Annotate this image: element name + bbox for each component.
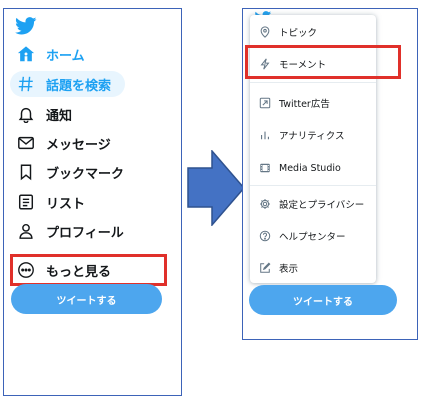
bell-icon [16,104,36,124]
nav-explore[interactable]: 話題を検索 [10,71,126,97]
nav-lists[interactable]: リスト [10,189,85,215]
tweet-button[interactable]: ツイートする [249,285,397,315]
menu-item-label: 表示 [279,264,299,275]
menu-item-label: 設定とプライバシー [279,200,365,211]
bar-chart-icon [258,128,272,142]
highlight-box-more [10,254,167,286]
nav-label: プロフィール [46,225,124,241]
nav-notifications[interactable]: 通知 [10,101,72,127]
bookmark-icon [16,162,36,182]
nav-profile[interactable]: プロフィール [10,218,124,244]
menu-item-label: Twitter広告 [279,99,330,110]
nav-label: ホーム [46,48,85,64]
nav-label: リスト [46,196,86,212]
home-icon [16,44,36,64]
menu-divider [250,185,376,186]
menu-item-display[interactable]: 表示 [250,252,376,284]
list-icon [16,192,36,212]
right-panel: トピック モーメント Twitter広告 アナリティクス Media Studi… [242,8,418,340]
nav-label: メッセージ [46,137,111,153]
menu-item-label: トピック [279,28,318,39]
envelope-icon [16,133,36,153]
nav-messages[interactable]: メッセージ [10,130,111,156]
nav-bookmarks[interactable]: ブックマーク [10,159,124,185]
right-arrow-icon [187,150,245,226]
nav-label: 通知 [46,108,73,124]
person-icon [16,221,36,241]
edit-square-icon [258,261,272,275]
menu-item-topics[interactable]: トピック [250,16,376,48]
nav-label: ブックマーク [46,166,125,182]
ads-arrow-icon [258,96,272,110]
twitter-logo-icon[interactable] [15,17,37,35]
menu-item-analytics[interactable]: アナリティクス [250,119,376,151]
left-panel: ホーム 話題を検索 通知 メッセージ ブックマーク リスト プロフィール もっと… [3,8,182,396]
menu-item-help-center[interactable]: ヘルプセンター [250,220,376,252]
menu-item-label: ヘルプセンター [279,232,346,243]
menu-item-settings-privacy[interactable]: 設定とプライバシー [250,188,376,220]
hashtag-icon [16,74,36,94]
help-icon [258,229,272,243]
menu-item-twitter-ads[interactable]: Twitter広告 [250,87,376,119]
tweet-button[interactable]: ツイートする [11,284,162,314]
gear-icon [258,197,272,211]
menu-item-label: アナリティクス [279,131,345,142]
highlight-box-moments [245,45,401,79]
nav-label: 話題を検索 [46,78,112,94]
menu-item-label: Media Studio [279,162,341,174]
menu-divider [250,82,376,83]
nav-home[interactable]: ホーム [10,41,85,67]
menu-item-media-studio[interactable]: Media Studio [250,152,376,184]
film-icon [258,161,272,175]
topic-pin-icon [258,25,272,39]
